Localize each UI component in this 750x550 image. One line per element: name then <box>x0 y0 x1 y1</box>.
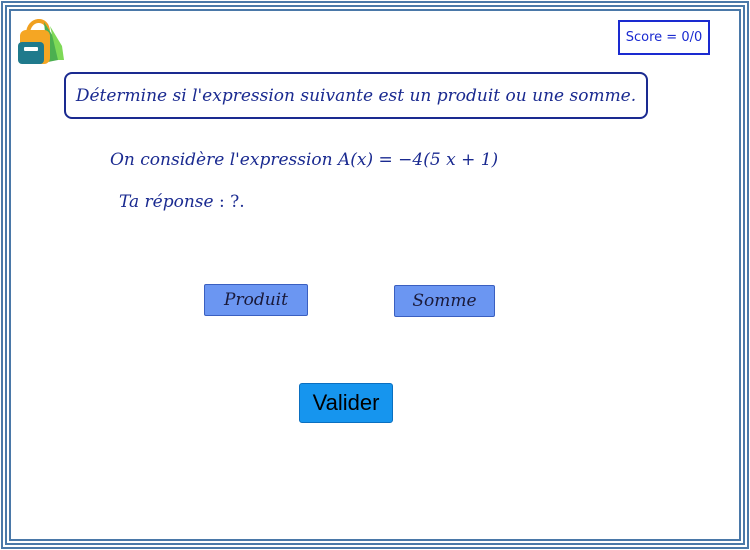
validate-button[interactable]: Valider <box>299 383 393 423</box>
produit-button[interactable]: Produit <box>204 284 308 316</box>
backpack-icon <box>18 19 64 64</box>
instruction-box: Détermine si l'expression suivante est u… <box>64 72 648 119</box>
question-text: On considère l'expression A(x) = −4(5 x … <box>110 150 498 170</box>
answer-label: Ta réponse <box>119 192 214 212</box>
somme-button[interactable]: Somme <box>394 285 495 317</box>
answer-line: Ta réponse : ?. <box>119 192 245 212</box>
question-prefix: On considère l'expression <box>110 150 338 170</box>
answer-value: : ?. <box>213 192 245 212</box>
score-display: Score = 0/0 <box>618 20 710 55</box>
question-expression: A(x) = −4(5 x + 1) <box>338 150 499 170</box>
